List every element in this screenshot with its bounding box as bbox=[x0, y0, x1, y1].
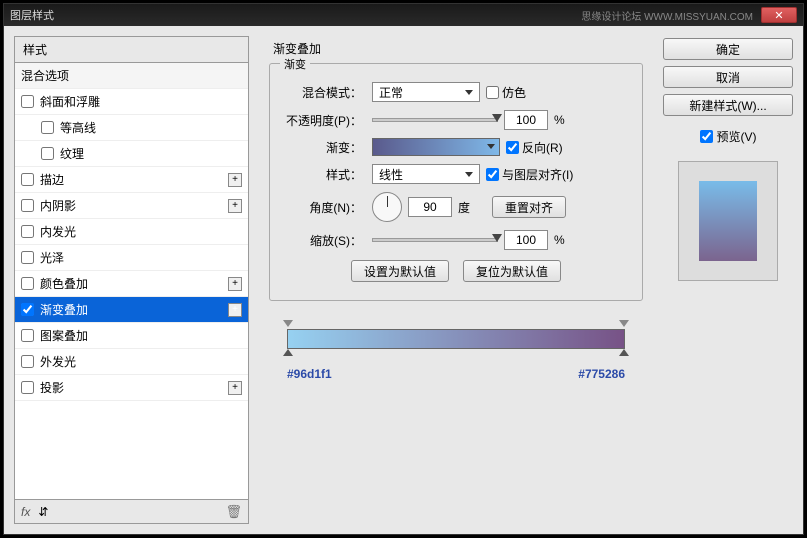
style-label: 斜面和浮雕 bbox=[40, 93, 100, 110]
style-label: 颜色叠加 bbox=[40, 275, 88, 292]
style-checkbox[interactable] bbox=[41, 121, 54, 134]
style-label: 光泽 bbox=[40, 249, 64, 266]
style-row-8[interactable]: 渐变叠加 + bbox=[15, 297, 248, 323]
blending-options-label: 混合选项 bbox=[21, 67, 69, 84]
style-row-4[interactable]: 内阴影 + bbox=[15, 193, 248, 219]
arrow-up-down-icon[interactable]: ⇵ bbox=[38, 505, 48, 519]
styles-header: 样式 bbox=[14, 36, 249, 62]
style-checkbox[interactable] bbox=[21, 225, 34, 238]
section-title: 渐变叠加 bbox=[269, 40, 643, 57]
add-effect-button[interactable]: + bbox=[228, 381, 242, 395]
style-row-6[interactable]: 光泽 bbox=[15, 245, 248, 271]
style-checkbox[interactable] bbox=[21, 381, 34, 394]
preview-box bbox=[678, 161, 778, 281]
window-title: 图层样式 bbox=[10, 7, 581, 23]
scale-slider[interactable] bbox=[372, 238, 498, 242]
style-label: 投影 bbox=[40, 379, 64, 396]
fieldset-legend: 渐变 bbox=[280, 56, 310, 72]
angle-input[interactable]: 90 bbox=[408, 197, 452, 217]
add-effect-button[interactable]: + bbox=[228, 303, 242, 317]
fx-icon[interactable]: fx bbox=[21, 505, 30, 519]
reset-default-button[interactable]: 复位为默认值 bbox=[463, 260, 561, 282]
reset-align-button[interactable]: 重置对齐 bbox=[492, 196, 566, 218]
dither-checkbox[interactable]: 仿色 bbox=[486, 84, 526, 101]
style-row-5[interactable]: 内发光 bbox=[15, 219, 248, 245]
add-effect-button[interactable]: + bbox=[228, 199, 242, 213]
style-checkbox[interactable] bbox=[41, 147, 54, 160]
add-effect-button[interactable]: + bbox=[228, 173, 242, 187]
style-row-7[interactable]: 颜色叠加 + bbox=[15, 271, 248, 297]
style-label: 图案叠加 bbox=[40, 327, 88, 344]
cancel-button[interactable]: 取消 bbox=[663, 66, 793, 88]
style-label: 纹理 bbox=[60, 145, 84, 162]
scale-input[interactable]: 100 bbox=[504, 230, 548, 250]
preview-swatch bbox=[699, 181, 757, 261]
style-row-10[interactable]: 外发光 bbox=[15, 349, 248, 375]
close-button[interactable]: ✕ bbox=[761, 7, 797, 23]
angle-label: 角度(N)： bbox=[284, 199, 362, 216]
gradient-editor[interactable] bbox=[287, 329, 625, 349]
gradient-fieldset: 渐变 混合模式： 正常 仿色 不透明度(P)： 100 % 渐变： 反向(R) bbox=[269, 63, 643, 301]
styles-list: 混合选项 斜面和浮雕等高线纹理描边 + 内阴影 + 内发光光泽颜色叠加 + 渐变叠加 + 图案叠… bbox=[14, 62, 249, 500]
opacity-stop-right[interactable] bbox=[619, 320, 629, 330]
style-row-1[interactable]: 等高线 bbox=[15, 115, 248, 141]
preview-checkbox[interactable]: 预览(V) bbox=[663, 128, 793, 145]
styles-footer: fx ⇵ 🗑 bbox=[14, 500, 249, 524]
style-checkbox[interactable] bbox=[21, 303, 34, 316]
color-right-label: #775286 bbox=[578, 367, 625, 381]
color-left-label: #96d1f1 bbox=[287, 367, 332, 381]
style-label: 内发光 bbox=[40, 223, 76, 240]
color-stop-left[interactable] bbox=[283, 349, 293, 359]
align-checkbox[interactable]: 与图层对齐(I) bbox=[486, 166, 573, 183]
gradient-picker[interactable] bbox=[372, 138, 500, 156]
blending-options-row[interactable]: 混合选项 bbox=[15, 63, 248, 89]
layer-style-dialog: 图层样式 思缘设计论坛 WWW.MISSYUAN.COM ✕ 样式 混合选项 斜… bbox=[3, 3, 804, 535]
style-row-0[interactable]: 斜面和浮雕 bbox=[15, 89, 248, 115]
opacity-label: 不透明度(P)： bbox=[284, 112, 362, 129]
style-label: 内阴影 bbox=[40, 197, 76, 214]
style-select[interactable]: 线性 bbox=[372, 164, 480, 184]
style-checkbox[interactable] bbox=[21, 329, 34, 342]
style-label: 外发光 bbox=[40, 353, 76, 370]
style-checkbox[interactable] bbox=[21, 277, 34, 290]
trash-icon[interactable]: 🗑 bbox=[225, 504, 242, 520]
style-checkbox[interactable] bbox=[21, 173, 34, 186]
watermark: 思缘设计论坛 WWW.MISSYUAN.COM bbox=[581, 8, 753, 23]
angle-dial[interactable] bbox=[372, 192, 402, 222]
opacity-slider[interactable] bbox=[372, 118, 498, 122]
style-row-11[interactable]: 投影 + bbox=[15, 375, 248, 401]
scale-label: 缩放(S)： bbox=[284, 232, 362, 249]
opacity-input[interactable]: 100 bbox=[504, 110, 548, 130]
style-checkbox[interactable] bbox=[21, 355, 34, 368]
style-checkbox[interactable] bbox=[21, 199, 34, 212]
style-row-9[interactable]: 图案叠加 bbox=[15, 323, 248, 349]
style-checkbox[interactable] bbox=[21, 251, 34, 264]
action-panel: 确定 取消 新建样式(W)... 预览(V) bbox=[663, 36, 793, 524]
style-label: 描边 bbox=[40, 171, 64, 188]
ok-button[interactable]: 确定 bbox=[663, 38, 793, 60]
styles-panel: 样式 混合选项 斜面和浮雕等高线纹理描边 + 内阴影 + 内发光光泽颜色叠加 + 渐变叠加 +… bbox=[14, 36, 249, 524]
make-default-button[interactable]: 设置为默认值 bbox=[351, 260, 449, 282]
style-checkbox[interactable] bbox=[21, 95, 34, 108]
opacity-stop-left[interactable] bbox=[283, 320, 293, 330]
style-label: 等高线 bbox=[60, 119, 96, 136]
gradient-bar[interactable] bbox=[287, 329, 625, 349]
style-label: 渐变叠加 bbox=[40, 301, 88, 318]
new-style-button[interactable]: 新建样式(W)... bbox=[663, 94, 793, 116]
blend-mode-label: 混合模式： bbox=[284, 84, 362, 101]
add-effect-button[interactable]: + bbox=[228, 277, 242, 291]
gradient-label: 渐变： bbox=[284, 139, 362, 156]
color-stop-right[interactable] bbox=[619, 349, 629, 359]
style-label: 样式： bbox=[284, 166, 362, 183]
reverse-checkbox[interactable]: 反向(R) bbox=[506, 139, 563, 156]
blend-mode-select[interactable]: 正常 bbox=[372, 82, 480, 102]
options-panel: 渐变叠加 渐变 混合模式： 正常 仿色 不透明度(P)： 100 % 渐变： bbox=[259, 36, 653, 524]
titlebar: 图层样式 思缘设计论坛 WWW.MISSYUAN.COM ✕ bbox=[4, 4, 803, 26]
style-row-3[interactable]: 描边 + bbox=[15, 167, 248, 193]
style-row-2[interactable]: 纹理 bbox=[15, 141, 248, 167]
